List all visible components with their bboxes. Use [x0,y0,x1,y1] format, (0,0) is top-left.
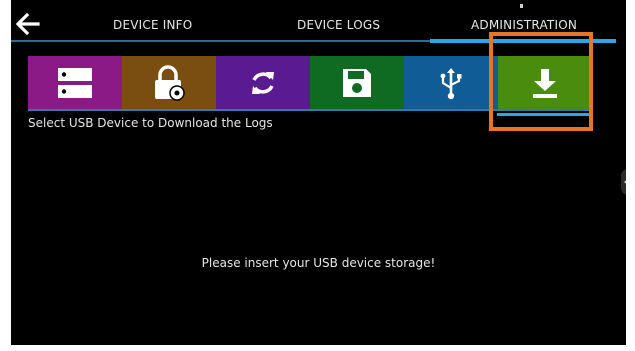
chevron-left-icon [624,180,626,184]
server-button[interactable] [28,56,122,109]
server-icon [58,67,92,98]
tab-device-logs[interactable]: DEVICE LOGS [297,18,380,32]
instruction-text: Select USB Device to Download the Logs [28,116,273,130]
usb-status-message: Please insert your USB device storage! [201,256,436,270]
sync-icon [252,71,274,94]
tab-administration[interactable]: ADMINISTRATION [471,18,577,32]
save-button[interactable] [310,56,404,109]
security-settings-button[interactable] [122,56,216,109]
back-button[interactable] [14,11,40,37]
device-screen: DEVICE INFO DEVICE LOGS ADMINISTRATION S… [11,0,626,345]
usb-button[interactable] [404,56,498,109]
sync-button[interactable] [216,56,310,109]
lock-settings-icon [155,64,185,101]
side-panel-handle[interactable] [621,169,626,195]
tab-device-info[interactable]: DEVICE INFO [113,18,192,32]
arrow-left-icon [15,12,40,36]
usb-icon [440,67,462,99]
mouse-cursor [520,4,523,8]
save-icon [343,68,371,97]
highlight-box [489,32,593,131]
